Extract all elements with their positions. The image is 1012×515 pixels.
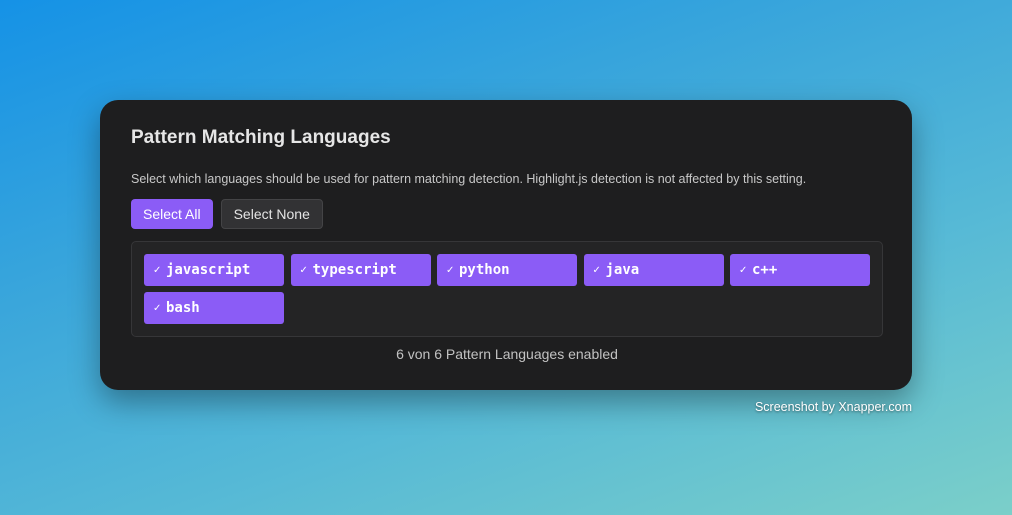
select-all-button[interactable]: Select All [131, 199, 213, 229]
selection-button-row: Select All Select None [131, 199, 883, 229]
language-label: java [605, 262, 640, 278]
panel-title: Pattern Matching Languages [131, 127, 391, 148]
check-icon: ✓ [446, 264, 455, 276]
check-icon: ✓ [299, 264, 308, 276]
settings-panel: Pattern Matching Languages Select which … [100, 100, 912, 390]
language-toggle-java[interactable]: ✓ java [583, 254, 724, 286]
language-toggle-javascript[interactable]: ✓ javascript [144, 254, 284, 286]
screenshot-credit: Screenshot by Xnapper.com [754, 400, 912, 414]
language-toggle-python[interactable]: ✓ python [437, 254, 577, 286]
enabled-count-status: 6 von 6 Pattern Languages enabled [396, 346, 618, 362]
language-list: ✓ javascript ✓ typescript ✓ python ✓ jav… [131, 241, 883, 337]
panel-description: Select which languages should be used fo… [131, 172, 807, 186]
language-label: typescript [312, 262, 397, 278]
check-icon: ✓ [592, 264, 601, 276]
check-icon: ✓ [739, 264, 748, 276]
check-icon: ✓ [153, 302, 162, 314]
check-icon: ✓ [153, 264, 162, 276]
language-label: c++ [752, 262, 778, 278]
language-label: bash [166, 300, 200, 316]
language-label: javascript [166, 262, 251, 278]
select-none-button[interactable]: Select None [220, 199, 323, 229]
language-toggle-bash[interactable]: ✓ bash [144, 292, 284, 324]
language-toggle-typescript[interactable]: ✓ typescript [290, 254, 431, 286]
language-label: python [459, 262, 510, 278]
language-toggle-cpp[interactable]: ✓ c++ [730, 254, 870, 286]
